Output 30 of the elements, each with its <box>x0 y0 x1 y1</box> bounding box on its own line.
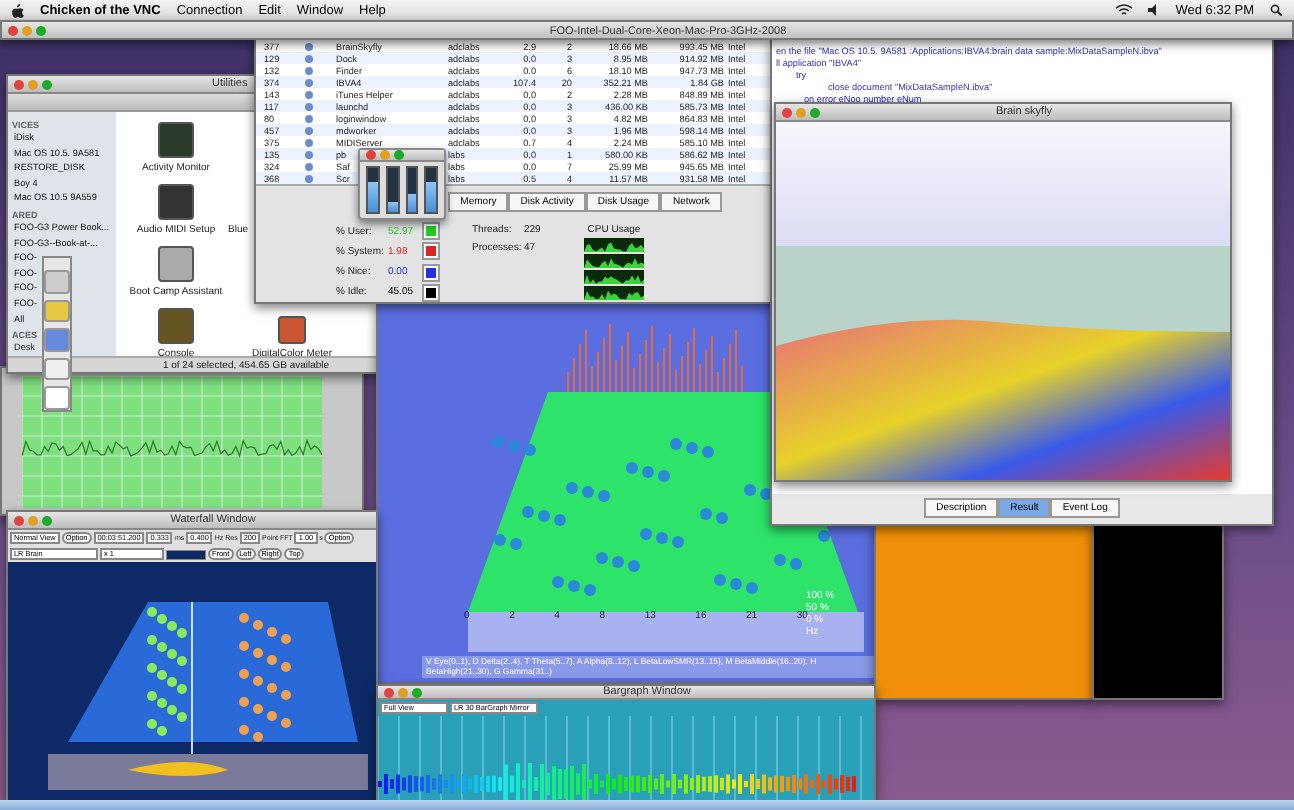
zoom-button[interactable] <box>394 150 404 160</box>
apple-logo-icon[interactable] <box>12 3 24 17</box>
close-button[interactable] <box>8 26 18 36</box>
application-icon[interactable] <box>158 184 194 220</box>
application-icon[interactable] <box>278 316 306 344</box>
search-icon[interactable] <box>1270 4 1282 16</box>
minimize-button[interactable] <box>28 79 38 89</box>
application-icon[interactable] <box>158 122 194 158</box>
zoom-button[interactable] <box>412 687 422 697</box>
zoom-button[interactable] <box>36 26 46 36</box>
zoom-button[interactable] <box>42 79 52 89</box>
close-button[interactable] <box>14 515 24 525</box>
color-swatch[interactable] <box>424 224 438 239</box>
color-swatch[interactable] <box>424 265 438 280</box>
close-button[interactable] <box>384 687 394 697</box>
close-button[interactable] <box>366 150 376 160</box>
minimize-button[interactable] <box>28 515 38 525</box>
close-button[interactable] <box>782 107 792 117</box>
close-button[interactable] <box>14 79 24 89</box>
color-swatch[interactable] <box>424 244 438 259</box>
zoom-button[interactable] <box>42 515 52 525</box>
minimize-button[interactable] <box>398 687 408 697</box>
minimize-button[interactable] <box>22 26 32 36</box>
minimize-button[interactable] <box>796 107 806 117</box>
zoom-button[interactable] <box>810 107 820 117</box>
color-swatch[interactable] <box>424 285 438 300</box>
minimize-button[interactable] <box>380 150 390 160</box>
application-icon[interactable] <box>158 246 194 282</box>
wifi-icon[interactable] <box>1115 4 1132 16</box>
speaker-icon[interactable] <box>1147 4 1160 16</box>
